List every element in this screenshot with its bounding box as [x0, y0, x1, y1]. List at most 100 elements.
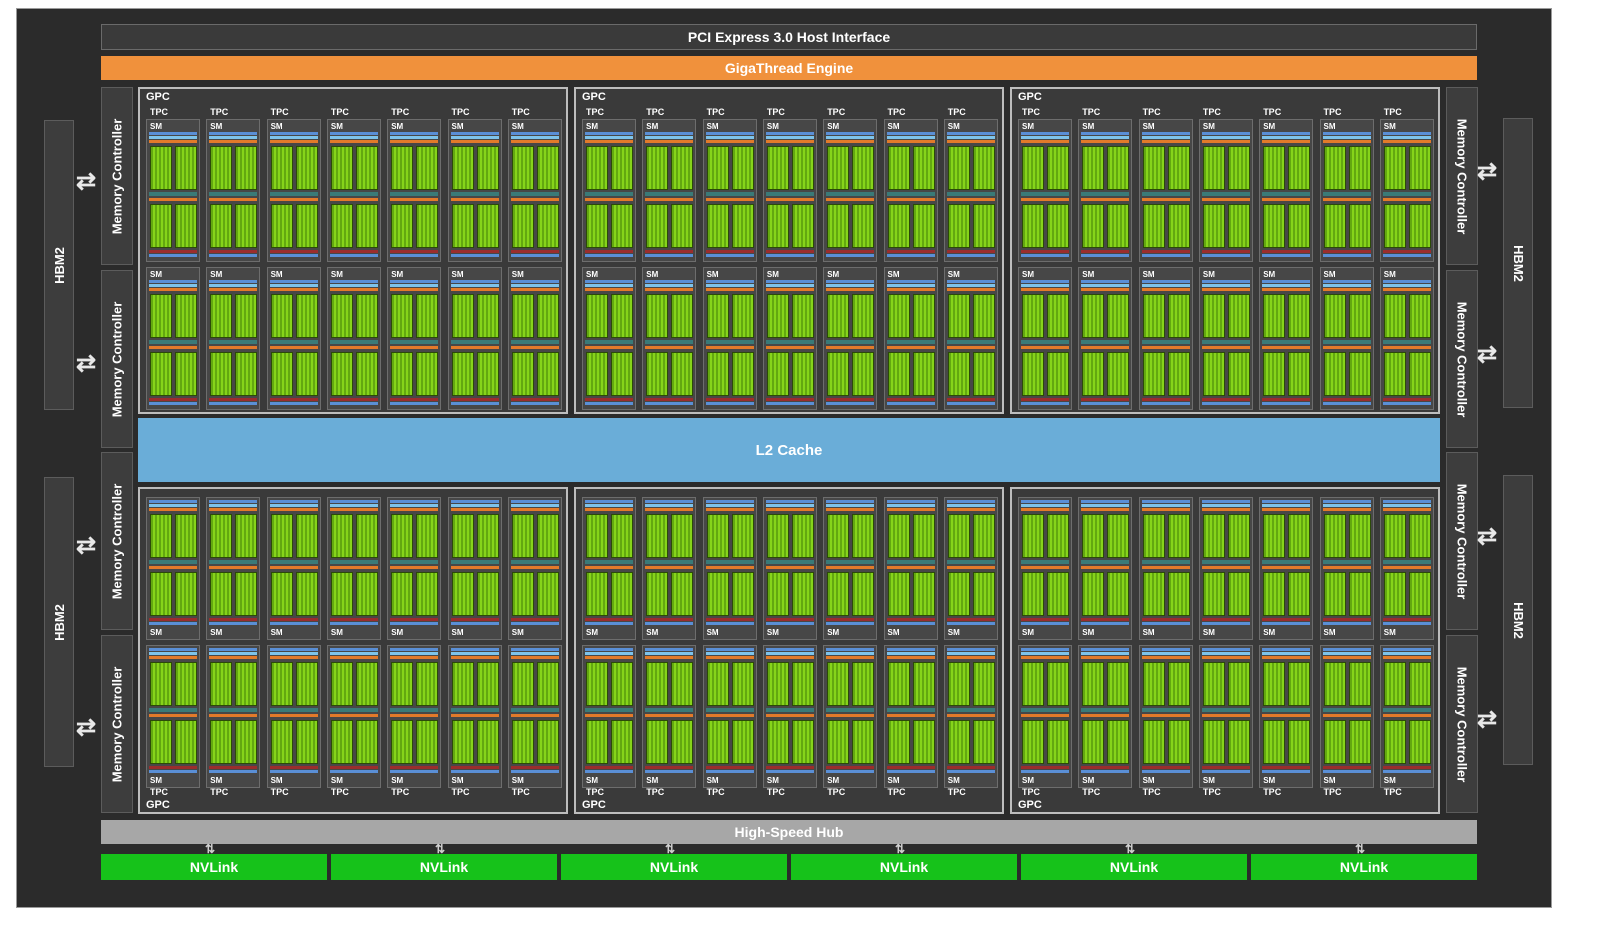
register-strip	[1382, 770, 1431, 773]
core-array	[1082, 662, 1105, 706]
core-array	[330, 204, 353, 248]
core-array	[586, 720, 608, 764]
register-strip	[450, 622, 499, 625]
core-array	[706, 572, 729, 616]
cache-strip	[645, 504, 694, 507]
dispatch-strip	[450, 140, 499, 143]
tpc-label: TPC	[1263, 787, 1282, 797]
tensor-strip	[886, 708, 935, 712]
dispatch-strip	[269, 288, 318, 291]
core-array	[972, 352, 995, 396]
core-array	[476, 204, 499, 248]
load-store-strip	[510, 618, 559, 621]
dispatch-strip	[886, 508, 935, 511]
cache-strip	[329, 504, 378, 507]
core-array	[416, 294, 439, 338]
tpc-label: TPC	[1383, 787, 1402, 797]
sm-block: SM	[326, 645, 381, 788]
dispatch-strip	[1081, 140, 1130, 143]
dispatch-strip	[886, 198, 935, 201]
load-store-strip	[826, 618, 875, 621]
dispatch-strip	[329, 198, 378, 201]
tpc-label: TPC	[1202, 107, 1221, 117]
core-array	[1348, 146, 1371, 190]
register-strip	[1081, 254, 1130, 257]
tensor-strip	[1081, 708, 1130, 712]
sm-block: SM	[1078, 645, 1133, 788]
dispatch-strip	[510, 714, 559, 717]
sm-label: SM	[1383, 628, 1396, 637]
dispatch-strip	[149, 566, 197, 569]
tensor-strip	[149, 192, 197, 196]
register-strip	[886, 648, 935, 651]
sm-block: SM	[326, 119, 381, 262]
register-strip	[1081, 622, 1130, 625]
sm-label: SM	[1263, 628, 1276, 637]
register-strip	[1382, 254, 1431, 257]
gigathread-engine: GigaThread Engine	[101, 56, 1477, 80]
cache-strip	[329, 284, 378, 287]
core-array	[330, 514, 353, 558]
tpc-block: TPC SM SM	[642, 497, 697, 797]
load-store-strip	[1201, 398, 1250, 401]
register-strip	[269, 132, 318, 135]
dispatch-strip	[946, 198, 995, 201]
register-strip	[450, 280, 499, 283]
sm-block: SM	[326, 497, 381, 640]
dispatch-strip	[946, 346, 995, 349]
core-array	[1288, 662, 1311, 706]
core-array	[295, 352, 318, 396]
tpc-block: TPC SM SM	[883, 497, 938, 797]
dispatch-strip	[209, 656, 258, 659]
sm-label: SM	[451, 122, 464, 131]
register-strip	[1081, 132, 1130, 135]
tensor-strip	[1141, 192, 1190, 196]
core-array	[150, 662, 172, 706]
tpc-block: TPC SM SM	[206, 497, 261, 797]
tensor-strip	[585, 560, 633, 564]
gpc-top-left: GPC TPC SM SM TPC SM SM TPC SM SM TPC SM SM TPC SM SM TP…	[138, 87, 568, 414]
memory-controller-left-2: Memory Controller	[101, 270, 133, 448]
core-array	[1107, 572, 1130, 616]
register-strip	[705, 622, 754, 625]
core-array	[451, 572, 474, 616]
dispatch-strip	[645, 346, 694, 349]
dispatch-strip	[1262, 140, 1311, 143]
load-store-strip	[269, 766, 318, 769]
dispatch-strip	[765, 566, 814, 569]
load-store-strip	[946, 398, 995, 401]
sm-label: SM	[586, 122, 598, 131]
cache-strip	[1081, 284, 1130, 287]
core-array	[766, 204, 789, 248]
register-strip	[390, 500, 439, 503]
tensor-strip	[1021, 340, 1069, 344]
dispatch-strip	[765, 140, 814, 143]
dispatch-strip	[329, 140, 378, 143]
core-array	[852, 572, 875, 616]
register-strip	[1141, 402, 1190, 405]
nvlink-5: NVLink	[1021, 854, 1247, 880]
register-strip	[510, 500, 559, 503]
register-strip	[390, 254, 439, 257]
sm-label: SM	[947, 776, 960, 785]
register-strip	[1262, 402, 1311, 405]
core-array	[1408, 662, 1431, 706]
dispatch-strip	[1322, 346, 1371, 349]
sm-block: SM	[206, 267, 261, 410]
sm-label: SM	[947, 122, 960, 131]
register-strip	[585, 254, 633, 257]
register-strip	[1322, 770, 1371, 773]
core-array	[1107, 514, 1130, 558]
core-array	[1227, 662, 1250, 706]
register-strip	[209, 254, 258, 257]
tensor-strip	[1201, 708, 1250, 712]
cache-strip	[390, 652, 439, 655]
register-strip	[1322, 500, 1371, 503]
cache-strip	[886, 504, 935, 507]
core-array	[210, 514, 233, 558]
core-array	[827, 294, 850, 338]
core-array	[646, 514, 669, 558]
core-array	[1227, 204, 1250, 248]
tensor-strip	[765, 340, 814, 344]
dispatch-strip	[209, 346, 258, 349]
